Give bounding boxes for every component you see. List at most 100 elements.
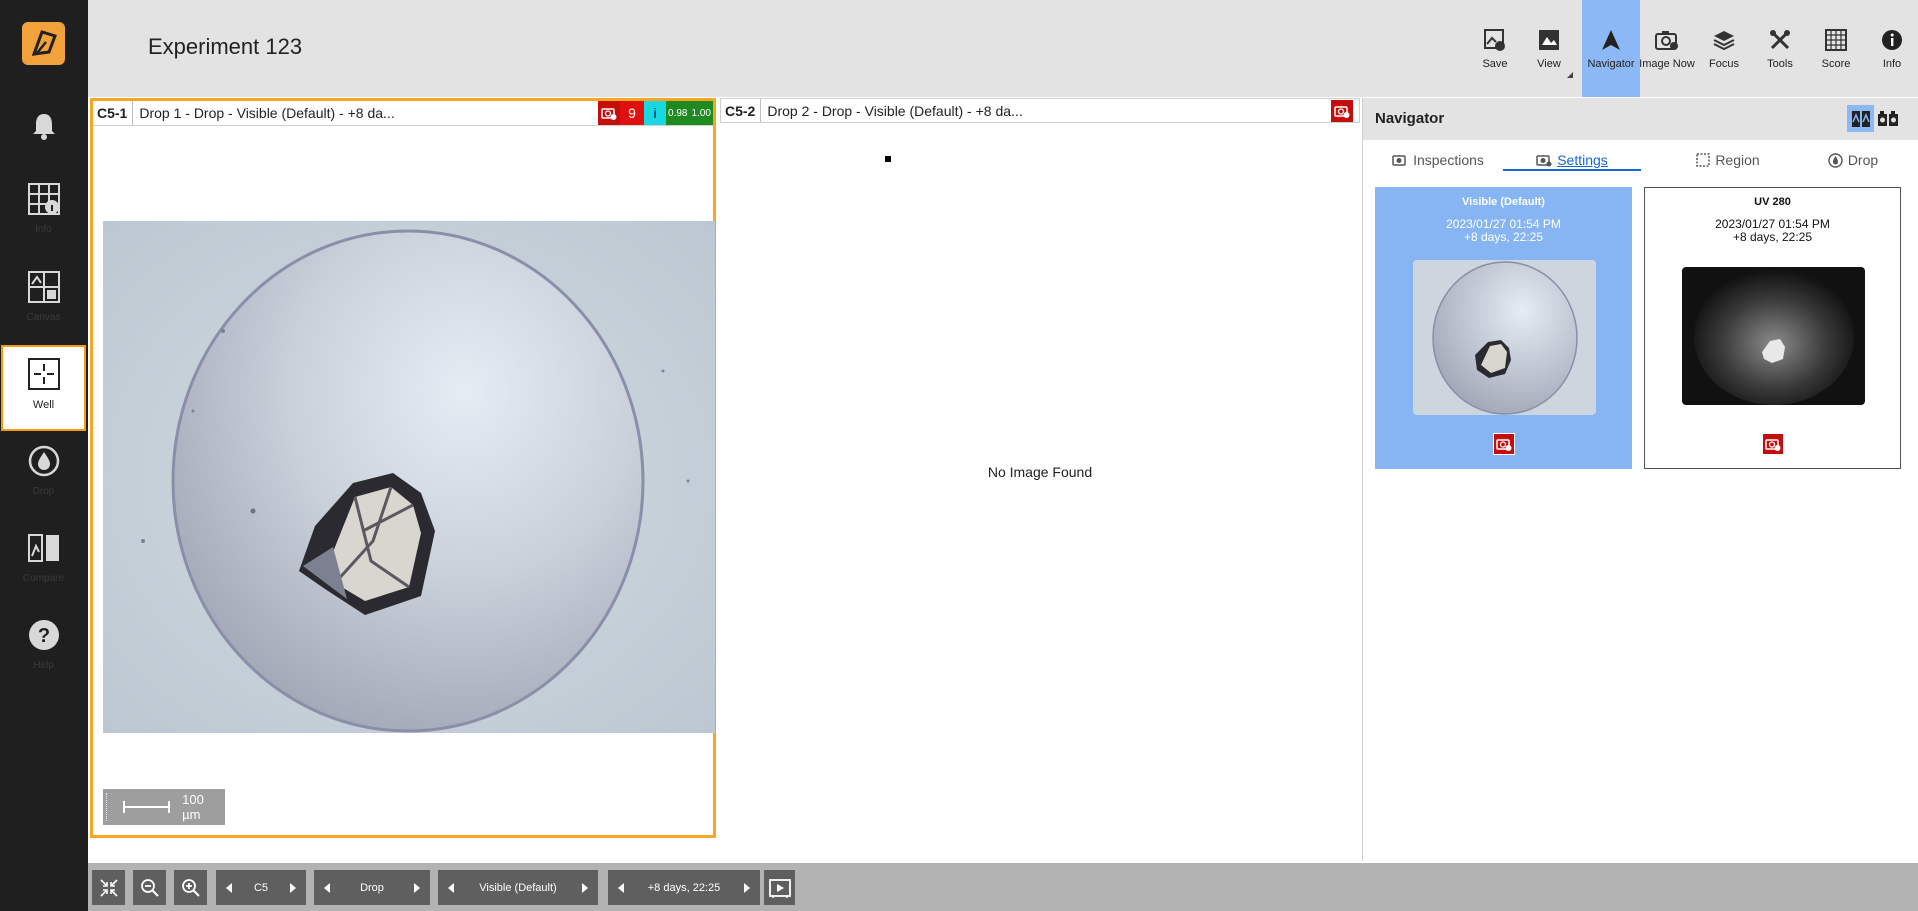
dual-camera-icon [1877, 110, 1898, 126]
image-panel-c5-2[interactable]: C5-2 Drop 2 - Drop - Visible (Default) -… [720, 98, 1360, 838]
previous-time-icon[interactable] [618, 882, 624, 893]
metric-badge[interactable]: 0.98 1.00 [666, 101, 713, 125]
card-name: UV 280 [1754, 196, 1791, 208]
zoom-out-icon [140, 878, 159, 897]
view-button[interactable]: View [1521, 0, 1577, 97]
imaging-setting-stepper[interactable]: Visible (Default) [438, 870, 598, 905]
visible-thumbnail[interactable] [1413, 260, 1596, 415]
drop-micrograph[interactable] [103, 221, 715, 733]
view-icon [1537, 28, 1561, 52]
page-title: Experiment 123 [148, 34, 303, 59]
sidebar-item-notifications[interactable] [1, 95, 86, 155]
compare-layout-icon [1851, 110, 1870, 127]
next-well-icon[interactable] [290, 882, 296, 893]
camera-settings-icon [1536, 154, 1552, 166]
fit-to-screen-button[interactable] [92, 870, 125, 905]
bell-icon [27, 109, 61, 143]
top-toolbar: Experiment 123 Save View Navigator Image… [88, 0, 1918, 97]
info-button[interactable]: Info [1864, 0, 1918, 97]
previous-well-icon[interactable] [226, 882, 232, 893]
image-description: Drop 2 - Drop - Visible (Default) - +8 d… [767, 102, 1023, 119]
score-badge[interactable]: 9 [620, 101, 644, 125]
next-setting-icon[interactable] [581, 882, 588, 893]
scale-bar-line [123, 801, 171, 813]
card-offset: +8 days, 22:25 [1463, 230, 1544, 244]
imaging-setting-card[interactable]: UV 280 2023/01/27 01:54 PM +8 days, 22:2… [1644, 187, 1901, 469]
zoom-in-button[interactable] [174, 870, 207, 905]
grid-info-icon [27, 182, 61, 216]
camera-error-icon[interactable] [1493, 433, 1515, 455]
svg-text:?: ? [37, 625, 49, 647]
drop-icon [27, 444, 61, 478]
navigator-header: Navigator [1363, 98, 1918, 140]
navigator-title: Navigator [1375, 110, 1445, 127]
metric-a: 0.98 [668, 107, 688, 119]
well-id-label: C5-2 [721, 99, 762, 122]
camera-error-icon[interactable] [1331, 100, 1353, 122]
zoom-out-button[interactable] [133, 870, 166, 905]
compare-icon [27, 531, 61, 565]
sidebar-item-drop[interactable]: Drop [1, 434, 86, 520]
navigator-panel: Navigator Inspections Settings Region Dr… [1362, 98, 1918, 861]
uv-thumbnail[interactable] [1682, 267, 1865, 405]
imaging-setting-card[interactable]: Visible (Default) 2023/01/27 01:54 PM +8… [1375, 187, 1632, 469]
navigator-button[interactable]: Navigator [1582, 0, 1640, 97]
drop-stepper[interactable]: Drop [314, 870, 430, 905]
card-name: Visible (Default) [1462, 196, 1545, 208]
canvas-icon [27, 270, 61, 304]
tools-icon [1768, 28, 1792, 52]
info-icon [1880, 28, 1904, 52]
sidebar-item-well[interactable]: Well [1, 345, 86, 431]
drop-value: Drop [360, 881, 384, 894]
card-offset: +8 days, 22:25 [1732, 230, 1813, 244]
sidebar-item-label: Compare [22, 573, 65, 584]
sidebar-item-help[interactable]: ? Help [1, 608, 86, 694]
previous-drop-icon[interactable] [324, 882, 330, 893]
sidebar-item-compare[interactable]: Compare [1, 521, 86, 607]
tab-inspections[interactable]: Inspections [1383, 150, 1493, 170]
layers-icon [1712, 28, 1736, 52]
tab-settings[interactable]: Settings [1503, 150, 1641, 171]
metric-b: 1.00 [691, 107, 711, 119]
imaging-setting-value: Visible (Default) [479, 881, 557, 894]
sidebar-item-label: Help [33, 660, 54, 671]
well-stepper[interactable]: C5 [216, 870, 306, 905]
region-icon [1696, 153, 1711, 167]
tab-region[interactable]: Region [1673, 150, 1783, 170]
camera-error-icon[interactable] [598, 101, 620, 125]
camera-icon [1392, 155, 1406, 166]
app-logo[interactable] [22, 22, 65, 65]
left-sidebar: Info Canvas Well Drop Compare ? Help [0, 0, 88, 911]
sidebar-item-canvas[interactable]: Canvas [1, 260, 86, 346]
focus-button[interactable]: Focus [1696, 0, 1752, 97]
camera-error-icon[interactable] [1762, 433, 1784, 455]
tab-drop[interactable]: Drop [1803, 150, 1903, 170]
panel-header: C5-2 Drop 2 - Drop - Visible (Default) -… [720, 98, 1360, 123]
sidebar-item-info[interactable]: Info [1, 172, 86, 258]
time-stepper[interactable]: +8 days, 22:25 [608, 870, 760, 905]
previous-setting-icon[interactable] [448, 882, 454, 893]
time-value: +8 days, 22:25 [647, 881, 721, 894]
slideshow-button[interactable] [764, 870, 795, 905]
camera-layout-button[interactable] [1874, 105, 1901, 132]
badge-group [1331, 99, 1359, 123]
sidebar-item-label: Drop [32, 486, 55, 497]
image-panel-c5-1[interactable]: C5-1 Drop 1 - Drop - Visible (Default) -… [90, 98, 716, 838]
next-drop-icon[interactable] [414, 882, 420, 893]
navigator-arrow-icon [1599, 28, 1623, 52]
collapse-arrows-icon [99, 878, 118, 897]
drag-handle[interactable] [106, 793, 109, 821]
sidebar-item-label: Canvas [26, 312, 61, 323]
dropdown-corner-icon [1567, 72, 1573, 78]
scale-bar[interactable]: 100 µm [103, 789, 225, 825]
save-button[interactable]: Save [1467, 0, 1523, 97]
image-now-button[interactable]: Image Now [1639, 0, 1695, 97]
compare-layout-button[interactable] [1847, 105, 1874, 132]
sidebar-item-label: Well [32, 399, 55, 411]
tools-button[interactable]: Tools [1752, 0, 1808, 97]
next-time-icon[interactable] [743, 882, 750, 893]
score-button[interactable]: Score [1808, 0, 1864, 97]
marker-dot [885, 156, 891, 162]
play-slideshow-icon [768, 878, 791, 898]
info-badge[interactable]: i [644, 101, 666, 125]
